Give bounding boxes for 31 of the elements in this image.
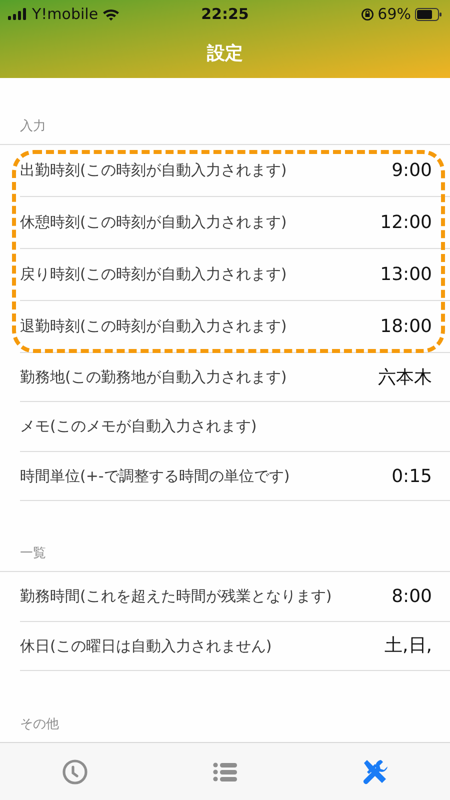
battery-percent: 69% xyxy=(378,4,411,25)
setting-label: 勤務地(この勤務地が自動入力されます) xyxy=(20,366,288,388)
setting-value[interactable]: 18:00 xyxy=(380,313,432,340)
signal-icon xyxy=(8,8,28,20)
setting-value[interactable]: 13:00 xyxy=(380,261,432,288)
setting-label: 時間単位(+-で調整する時間の単位です) xyxy=(20,466,291,487)
setting-value[interactable]: 8:00 xyxy=(392,582,432,610)
rotation-lock-icon xyxy=(360,8,374,20)
setting-value[interactable]: 土,日, xyxy=(384,632,432,660)
setting-label: 戻り時刻(この時刻が自動入力されます) xyxy=(20,264,288,286)
section-header: その他 xyxy=(20,716,59,734)
carrier-name: Y!mobile xyxy=(32,4,98,25)
setting-label: 勤務時間(これを超えた時間が残業となります) xyxy=(20,586,333,608)
setting-value[interactable]: 12:00 xyxy=(380,209,432,236)
setting-label: 休日(この曜日は自動入力されません) xyxy=(20,636,273,657)
setting-value[interactable]: 9:00 xyxy=(392,157,432,184)
screen-title: 設定 xyxy=(207,42,243,66)
battery-icon xyxy=(415,8,442,20)
list-icon xyxy=(213,762,237,782)
setting-label: 出勤時刻(この時刻が自動入力されます) xyxy=(20,160,288,182)
tools-icon xyxy=(361,758,389,786)
status-time: 22:25 xyxy=(201,4,249,25)
section-header: 一覧 xyxy=(20,544,46,563)
section-header: 入力 xyxy=(20,118,46,136)
setting-label: 退勤時刻(この時刻が自動入力されます) xyxy=(20,316,288,338)
clock-icon xyxy=(62,758,88,784)
setting-value[interactable]: 0:15 xyxy=(392,462,432,490)
setting-label: メモ(このメモが自動入力されます) xyxy=(20,416,258,438)
setting-value[interactable]: 六本木 xyxy=(378,364,432,391)
wifi-icon xyxy=(102,8,120,20)
setting-label: 休憩時刻(この時刻が自動入力されます) xyxy=(20,212,288,234)
